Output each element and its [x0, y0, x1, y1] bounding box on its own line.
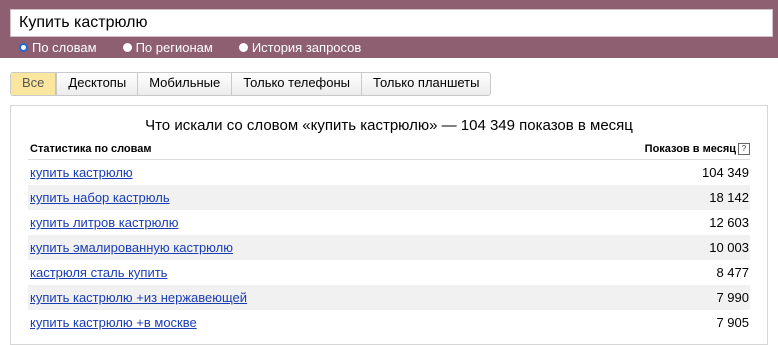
stats-table-body: купить кастрюлю 104 349 купить набор кас… — [28, 160, 750, 335]
table-row: купить литров кастрюлю 12 603 — [28, 210, 750, 235]
impressions-count: 104 349 — [702, 165, 749, 180]
table-row: купить кастрюлю +из нержавеющей 7 990 — [28, 285, 750, 310]
panel-title: Что искали со словом «купить кастрюлю» —… — [145, 117, 633, 134]
filter-all[interactable]: Все — [11, 73, 57, 95]
table-row: кастрюля сталь купить 8 477 — [28, 260, 750, 285]
mode-label: По регионам — [135, 39, 213, 55]
filter-tablets-only[interactable]: Только планшеты — [361, 73, 491, 95]
word-stats-panel: Что искали со словом «купить кастрюлю» —… — [10, 105, 768, 345]
search-header: Купить кастрюлю По словам По регионам Ис… — [0, 0, 778, 58]
filter-phones-only[interactable]: Только телефоны — [231, 73, 362, 95]
filter-desktops[interactable]: Десктопы — [56, 73, 138, 95]
mode-label: История запросов — [251, 39, 362, 55]
impressions-count: 18 142 — [709, 190, 749, 205]
impressions-count: 10 003 — [709, 240, 749, 255]
phrase-link[interactable]: купить литров кастрюлю — [30, 215, 178, 230]
mode-by-regions[interactable]: По регионам — [122, 39, 213, 55]
mode-by-words[interactable]: По словам — [19, 40, 97, 55]
filter-mobile[interactable]: Мобильные — [137, 73, 232, 95]
column-header-words: Статистика по словам — [30, 143, 152, 155]
phrase-link[interactable]: купить эмалированную кастрюлю — [30, 240, 233, 255]
device-filter-tabs: Все Десктопы Мобильные Только телефоны Т… — [10, 72, 492, 96]
help-icon[interactable]: ? — [738, 143, 750, 155]
phrase-link[interactable]: купить кастрюлю +в москве — [30, 315, 197, 330]
impressions-count: 7 905 — [716, 315, 749, 330]
search-mode-group: По словам По регионам История запросов — [19, 38, 387, 56]
radio-icon — [122, 42, 132, 52]
search-input[interactable]: Купить кастрюлю — [10, 9, 773, 37]
phrase-link[interactable]: кастрюля сталь купить — [30, 265, 167, 280]
impressions-count: 7 990 — [716, 290, 749, 305]
column-header-impressions: Показов в месяц ? — [645, 143, 750, 155]
impressions-count: 8 477 — [716, 265, 749, 280]
phrase-link[interactable]: купить кастрюлю +из нержавеющей — [30, 290, 247, 305]
table-row: купить набор кастрюль 18 142 — [28, 185, 750, 210]
radio-icon — [238, 42, 248, 52]
table-row: купить эмалированную кастрюлю 10 003 — [28, 235, 750, 260]
table-row: купить кастрюлю 104 349 — [28, 160, 750, 185]
table-row: купить кастрюлю +в москве 7 905 — [28, 310, 750, 335]
impressions-count: 12 603 — [709, 215, 749, 230]
mode-query-history[interactable]: История запросов — [238, 39, 362, 55]
radio-checked-icon — [19, 42, 28, 52]
mode-label: По словам — [32, 39, 97, 55]
column-header-label: Показов в месяц — [644, 143, 736, 155]
phrase-link[interactable]: купить набор кастрюль — [30, 190, 170, 205]
table-header: Статистика по словам Показов в месяц ? — [28, 141, 750, 160]
phrase-link[interactable]: купить кастрюлю — [30, 165, 133, 180]
